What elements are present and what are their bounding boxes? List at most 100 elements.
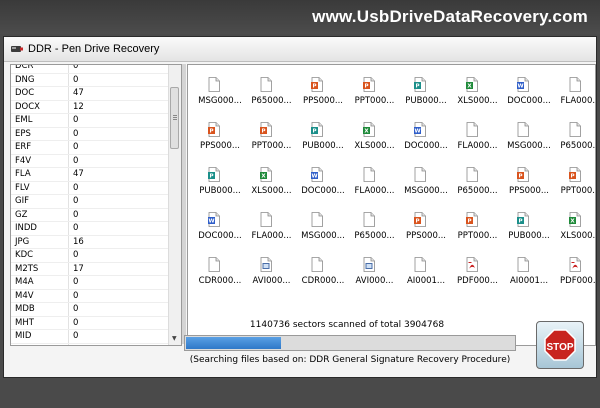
file-type-count: 12 xyxy=(73,101,84,112)
file-item[interactable]: XXLS000... xyxy=(345,116,397,160)
file-item[interactable]: XXLS000... xyxy=(242,161,294,205)
pdf-file-icon xyxy=(569,257,581,272)
ppt-file-icon: P xyxy=(259,122,272,137)
file-type-name: INDD xyxy=(15,223,37,233)
file-item[interactable]: P65000... xyxy=(448,161,500,205)
file-item[interactable]: FLA000... xyxy=(448,116,500,160)
list-scrollbar[interactable]: ▼ xyxy=(168,65,181,345)
file-item[interactable]: CDR000... xyxy=(190,251,242,295)
file-item[interactable]: P PUB000... xyxy=(499,206,551,250)
file-item[interactable]: AVI000... xyxy=(242,251,294,295)
file-file-icon xyxy=(208,257,220,272)
svg-text:W: W xyxy=(517,84,523,90)
file-type-row[interactable]: FLA 47 xyxy=(11,168,181,182)
file-item[interactable]: AI0001... xyxy=(396,251,448,295)
file-item[interactable]: MSG000... xyxy=(499,116,551,160)
file-type-row[interactable]: JPG 16 xyxy=(11,236,181,249)
file-name: FLA000... xyxy=(560,96,596,106)
file-type-row[interactable]: DCR 0 xyxy=(11,64,181,74)
banner: www.UsbDriveDataRecovery.com xyxy=(0,0,600,34)
doc-file-icon: W xyxy=(517,77,529,92)
file-item[interactable]: FLA000... xyxy=(551,71,596,115)
file-item[interactable]: XXLS000... xyxy=(448,71,500,115)
file-item[interactable]: P PUB000... xyxy=(396,71,448,115)
file-type-count: 0 xyxy=(73,182,79,193)
file-type-row[interactable]: ERF 0 xyxy=(11,141,181,155)
file-item[interactable]: FLA000... xyxy=(242,206,294,250)
file-item[interactable]: MSG000... xyxy=(190,71,242,115)
file-type-count: 0 xyxy=(73,155,79,166)
file-type-name: EPS xyxy=(15,128,31,139)
file-type-row[interactable]: M4V 0 xyxy=(11,290,181,303)
file-type-row[interactable]: M4A 0 xyxy=(11,276,181,290)
file-type-row[interactable]: MDB 0 xyxy=(11,303,181,317)
file-type-name: EML xyxy=(15,115,33,125)
file-item[interactable]: P65000... xyxy=(345,206,397,250)
file-type-count: 0 xyxy=(73,277,79,287)
file-type-row[interactable]: F4V 0 xyxy=(11,155,181,168)
file-type-name: MID xyxy=(15,331,32,341)
file-item[interactable]: P PPS000... xyxy=(396,206,448,250)
file-file-icon xyxy=(569,77,581,92)
file-item[interactable]: W DOC000... xyxy=(499,71,551,115)
recovered-files-view[interactable]: MSG000... P65000... P PPS000... P PPT000... P P… xyxy=(187,64,596,346)
file-type-row[interactable]: EPS 0 xyxy=(11,128,181,141)
file-item[interactable]: XXLS000... xyxy=(551,206,595,250)
file-type-name: MHT xyxy=(15,317,34,328)
file-item[interactable]: P65000... xyxy=(551,116,596,160)
file-type-list[interactable]: DCR 0 DNG 0 DOC 47 DOCX 12 EML 0 EPS 0 ERF 0 F4V 0 FLA 47… xyxy=(10,64,182,346)
file-file-icon xyxy=(517,257,529,272)
file-type-row[interactable]: DNG 0 xyxy=(11,74,181,87)
svg-text:P: P xyxy=(570,174,574,180)
file-type-row[interactable]: DOCX 12 xyxy=(11,101,181,114)
panel-splitter[interactable] xyxy=(182,64,186,344)
file-item[interactable]: W DOC000... xyxy=(396,116,448,160)
file-item[interactable]: PDF000... xyxy=(448,251,500,295)
file-type-name: FLV xyxy=(15,182,30,193)
file-name: P65000... xyxy=(560,141,596,151)
file-item[interactable]: PPPT000... xyxy=(242,116,294,160)
file-item[interactable]: P PUB000... xyxy=(293,116,345,160)
scrollbar-thumb[interactable] xyxy=(170,87,179,149)
stop-button[interactable]: STOP xyxy=(536,321,584,369)
file-type-row[interactable]: MHT 0 xyxy=(11,317,181,330)
scroll-down-icon[interactable]: ▼ xyxy=(172,335,177,342)
file-item[interactable]: W DOC000... xyxy=(190,206,242,250)
file-type-count: 0 xyxy=(73,250,79,260)
stop-label: STOP xyxy=(546,342,574,353)
file-item[interactable]: W DOC000... xyxy=(293,161,345,205)
file-type-row[interactable]: INDD 0 xyxy=(11,222,181,236)
file-item[interactable]: MSG000... xyxy=(396,161,448,205)
file-type-count: 0 xyxy=(73,223,79,233)
svg-text:P: P xyxy=(415,84,419,90)
file-item[interactable]: P PPS000... xyxy=(190,116,242,160)
file-type-row[interactable]: GIF 0 xyxy=(11,195,181,209)
doc-file-icon: W xyxy=(311,167,323,182)
file-type-name: JPG xyxy=(15,236,30,247)
file-item[interactable]: AI0001... xyxy=(499,251,551,295)
file-type-name: DCR xyxy=(15,64,34,71)
banner-url: www.UsbDriveDataRecovery.com xyxy=(312,7,588,26)
file-type-name: GZ xyxy=(15,209,28,220)
file-type-row[interactable]: KDC 0 xyxy=(11,249,181,263)
file-item[interactable]: P PUB000... xyxy=(190,161,242,205)
file-type-row[interactable]: M2TS 17 xyxy=(11,263,181,276)
file-item[interactable]: MSG000... xyxy=(293,206,345,250)
file-item[interactable]: CDR000... xyxy=(293,251,345,295)
file-type-row[interactable]: EML 0 xyxy=(11,114,181,128)
file-type-row[interactable]: MID 0 xyxy=(11,330,181,344)
file-type-row[interactable]: FLV 0 xyxy=(11,182,181,195)
file-type-row[interactable]: GZ 0 xyxy=(11,209,181,222)
file-item[interactable]: PPPT000... xyxy=(448,206,500,250)
file-item[interactable]: P PPS000... xyxy=(293,71,345,115)
file-item[interactable]: FLA000... xyxy=(345,161,397,205)
file-item[interactable]: PPPT000... xyxy=(551,161,595,205)
file-type-row[interactable]: DOC 47 xyxy=(11,87,181,101)
file-file-icon xyxy=(311,257,323,272)
file-item[interactable]: PDF000... xyxy=(551,251,595,295)
file-type-count: 0 xyxy=(73,142,79,152)
file-item[interactable]: P65000... xyxy=(242,71,294,115)
file-item[interactable]: AVI000... xyxy=(345,251,397,295)
file-item[interactable]: P PPS000... xyxy=(499,161,551,205)
file-item[interactable]: PPPT000... xyxy=(345,71,397,115)
